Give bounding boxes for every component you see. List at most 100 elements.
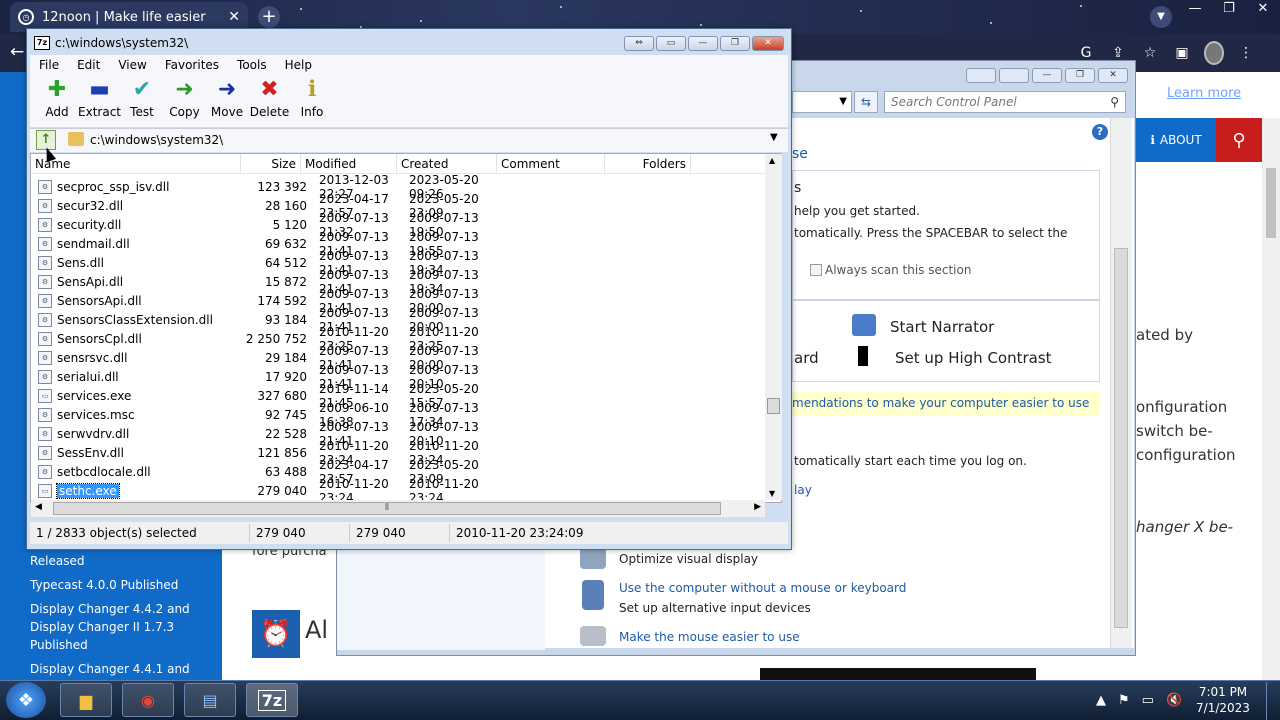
- close-icon[interactable]: ✕: [1246, 0, 1280, 20]
- column-header-modified[interactable]: Modified: [301, 154, 397, 173]
- menu-edit[interactable]: Edit: [68, 55, 109, 75]
- column-header-comment[interactable]: Comment: [497, 154, 605, 173]
- mouse-easier-link[interactable]: Make the mouse easier to use: [619, 630, 800, 644]
- news-item[interactable]: Display Changer 4.4.1 and: [30, 660, 210, 678]
- extra-button[interactable]: ▭: [656, 36, 686, 51]
- display-link-fragment[interactable]: lay: [794, 483, 812, 497]
- file-name: Sens.dll: [57, 255, 104, 270]
- close-icon[interactable]: ✕: [752, 36, 784, 51]
- menu-help[interactable]: Help: [276, 55, 321, 75]
- search-control-panel-input[interactable]: Search Control Panel ⚲: [884, 91, 1126, 113]
- file-size: 174 592: [257, 293, 307, 308]
- extract-button[interactable]: ▬ Extract: [78, 75, 121, 127]
- scroll-thumb[interactable]: [1114, 248, 1128, 628]
- column-header-size[interactable]: Size: [241, 154, 301, 173]
- add-button[interactable]: ✚ Add: [36, 75, 78, 127]
- high-contrast-link[interactable]: Set up High Contrast: [895, 349, 1052, 367]
- tray-expand-icon[interactable]: ▲: [1096, 693, 1106, 708]
- file-size: 327 680: [257, 388, 307, 403]
- system-clock[interactable]: 7:01 PM 7/1/2023: [1188, 684, 1258, 716]
- learn-more-link[interactable]: Learn more: [1167, 86, 1241, 101]
- action-center-icon[interactable]: ⚑: [1118, 693, 1130, 708]
- taskbar-control-panel[interactable]: ▤: [184, 683, 236, 717]
- info-button[interactable]: ℹ Info: [291, 75, 333, 127]
- status-bar: 1 / 2833 object(s) selected 279 040 279 …: [30, 522, 788, 544]
- share-icon[interactable]: ⇪: [1108, 45, 1128, 61]
- delete-button[interactable]: ✖ Delete: [249, 75, 291, 127]
- news-item[interactable]: Released: [30, 552, 210, 570]
- help-icon[interactable]: ?: [1092, 124, 1108, 140]
- menu-view[interactable]: View: [109, 55, 155, 75]
- table-row[interactable]: ▭ sethc.exe 279 040 2010-11-20 23:24 2010-11…: [38, 477, 758, 505]
- scroll-thumb[interactable]: ⦀: [53, 502, 721, 515]
- menu-icon[interactable]: ⋮: [1236, 45, 1256, 61]
- vertical-scrollbar[interactable]: ▲ ▼: [765, 154, 782, 500]
- extra-button[interactable]: [966, 68, 996, 83]
- minimize-icon[interactable]: —: [1178, 0, 1212, 20]
- always-scan-checkbox[interactable]: [810, 264, 822, 276]
- start-button[interactable]: ❖: [6, 682, 46, 718]
- scroll-thumb[interactable]: [767, 398, 780, 414]
- extra-button[interactable]: [999, 68, 1029, 83]
- start-narrator-link[interactable]: Start Narrator: [890, 318, 994, 336]
- column-header-folders[interactable]: Folders: [605, 154, 691, 173]
- about-nav-item[interactable]: ℹ ABOUT: [1136, 118, 1216, 162]
- show-desktop-button[interactable]: [1266, 682, 1280, 720]
- move-button[interactable]: ➜ Move: [206, 75, 248, 127]
- site-text-fragment: onfiguration: [1136, 398, 1228, 416]
- site-search-button[interactable]: ⚲: [1216, 118, 1262, 162]
- horizontal-scrollbar[interactable]: ◀ ⦀ ▶: [31, 500, 765, 517]
- column-header-created[interactable]: Created: [397, 154, 497, 173]
- taskbar-chrome[interactable]: ◉: [122, 683, 174, 717]
- address-dropdown[interactable]: ▼: [792, 91, 852, 113]
- file-size: 63 488: [265, 464, 307, 479]
- test-label: Test: [130, 105, 154, 119]
- minimize-icon[interactable]: —: [1032, 68, 1062, 83]
- taskbar-7zip[interactable]: 7z: [246, 683, 298, 717]
- star-icon[interactable]: ☆: [1140, 45, 1160, 61]
- close-icon[interactable]: ✕: [1098, 68, 1128, 83]
- column-header-name[interactable]: Name: [31, 154, 241, 173]
- always-scan-label: Always scan this section: [825, 263, 972, 277]
- taskbar-explorer[interactable]: ▆: [60, 683, 112, 717]
- scroll-right-icon[interactable]: ▶: [754, 502, 761, 512]
- no-mouse-link[interactable]: Use the computer without a mouse or keyb…: [619, 581, 906, 595]
- new-tab-button[interactable]: +: [258, 6, 280, 28]
- scroll-up-icon[interactable]: ▲: [769, 156, 775, 165]
- header-link-fragment[interactable]: se: [792, 146, 808, 162]
- refresh-icon[interactable]: ⇆: [854, 91, 878, 113]
- control-panel-scrollbar[interactable]: [1110, 118, 1132, 648]
- copy-button[interactable]: ➜ Copy: [164, 75, 206, 127]
- minimize-icon[interactable]: —: [688, 36, 718, 51]
- sidebar-icon[interactable]: ▣: [1172, 45, 1192, 61]
- scroll-thumb[interactable]: [1266, 168, 1276, 238]
- recommendations-link[interactable]: mendations to make your computer easier …: [792, 392, 1100, 416]
- keyboard-text-fragment[interactable]: ard: [794, 349, 819, 367]
- news-item[interactable]: Typecast 4.0.0 Published: [30, 576, 210, 594]
- chevron-down-icon[interactable]: ▼: [770, 132, 778, 143]
- file-size: 15 872: [265, 274, 307, 289]
- avatar[interactable]: [1204, 41, 1224, 65]
- close-tab-icon[interactable]: ✕: [228, 9, 240, 25]
- menu-tools[interactable]: Tools: [228, 55, 276, 75]
- back-arrow-icon[interactable]: ←: [10, 42, 24, 62]
- news-item[interactable]: Display Changer 4.4.2 and Display Change…: [30, 600, 210, 654]
- menu-favorites[interactable]: Favorites: [156, 55, 228, 75]
- banner-close-icon[interactable]: ✕: [1248, 82, 1263, 103]
- test-button[interactable]: ✔ Test: [121, 75, 163, 127]
- tab-search-icon[interactable]: ▼: [1150, 6, 1172, 28]
- network-icon[interactable]: ▭: [1142, 693, 1154, 708]
- scroll-down-icon[interactable]: ▼: [769, 489, 775, 498]
- extra-button[interactable]: ⇔: [624, 36, 654, 51]
- file-size: 17 920: [265, 369, 307, 384]
- restore-icon[interactable]: ❐: [1065, 68, 1095, 83]
- auto-start-text: tomatically start each time you log on.: [794, 454, 1027, 468]
- restore-icon[interactable]: ❐: [1212, 0, 1246, 20]
- volume-muted-icon[interactable]: 🔇: [1166, 693, 1182, 708]
- path-input[interactable]: c:\windows\system32\: [90, 133, 223, 147]
- scroll-left-icon[interactable]: ◀: [35, 502, 42, 512]
- restore-icon[interactable]: ❐: [720, 36, 750, 51]
- menu-file[interactable]: File: [30, 55, 68, 75]
- google-icon[interactable]: G: [1076, 45, 1096, 61]
- website-scrollbar[interactable]: [1262, 118, 1280, 680]
